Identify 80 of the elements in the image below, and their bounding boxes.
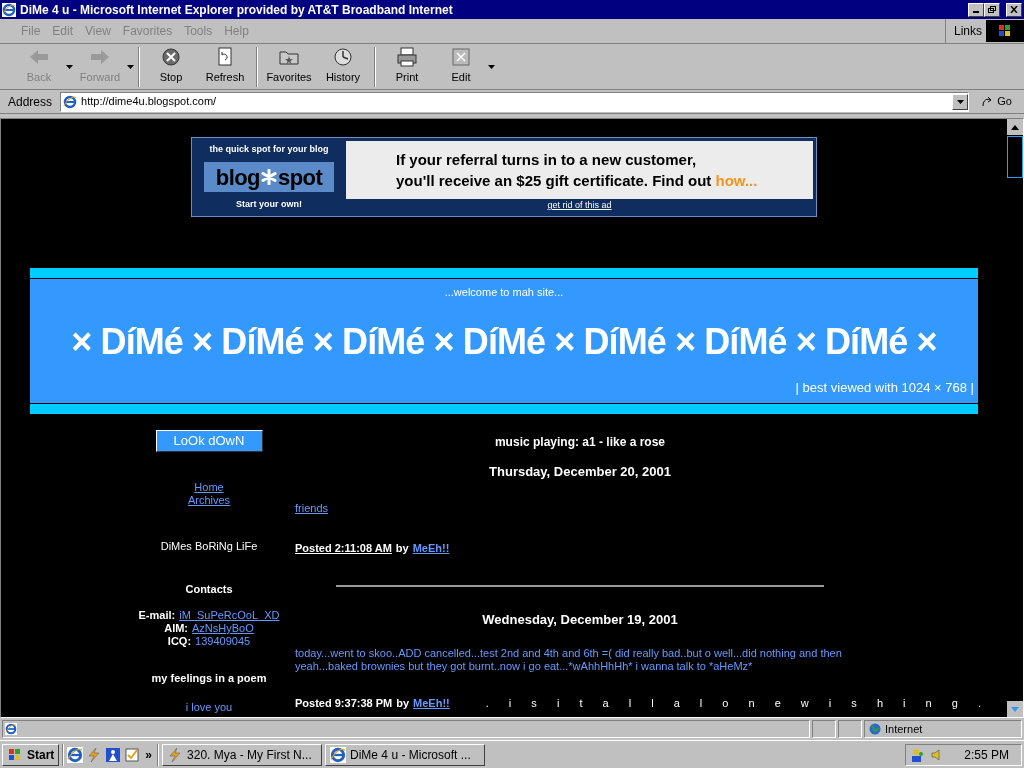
close-icon [1010, 6, 1018, 13]
clock: 2:55 PM [964, 746, 1009, 764]
toolbar-button[interactable]: Stop [144, 45, 198, 88]
ad-tagline: the quick spot for your blog [209, 143, 329, 156]
scrollbar[interactable] [1007, 119, 1023, 717]
globe-icon [869, 723, 881, 735]
contact-label: ICQ: [167, 635, 192, 648]
go-button[interactable]: Go [973, 93, 1020, 110]
poem-heading: my feelings in a poem [151, 671, 267, 686]
browser-icon [330, 746, 347, 763]
ad-banner[interactable]: the quick spot for your blog blog spot Start your own! If your referral turns in to a new customer, you'll receive an $25 gift certificate. Find out how... get rid of this ad [191, 137, 817, 217]
ad-cta[interactable]: Start your own! [236, 197, 302, 211]
scroll-up-icon[interactable] [1011, 124, 1019, 130]
contacts-heading: Contacts [185, 581, 233, 597]
scroll-thumb[interactable] [1007, 136, 1023, 178]
ad-text: If your referral turns in to a new customer, [396, 150, 698, 170]
post-link[interactable]: friends [295, 499, 865, 516]
checklist-icon[interactable] [124, 746, 141, 763]
toolbar-button[interactable]: Favorites [262, 45, 316, 88]
restore-button[interactable] [984, 2, 1000, 17]
blog-name: DiMes BoRiNg LiFe [160, 539, 258, 554]
start-button[interactable]: Start [2, 743, 60, 766]
browser-icon [5, 723, 17, 735]
toolbar-button[interactable]: History [316, 45, 370, 88]
contact-value: 139409045 [195, 635, 251, 648]
address-label: Address [7, 93, 54, 111]
links-label[interactable]: Links [950, 22, 986, 40]
post-timestamp: Posted 9:37:38 PM [295, 696, 393, 711]
stop-icon [160, 47, 182, 68]
contact-label: E-mail: [138, 609, 176, 622]
browser-icon [2, 2, 16, 17]
ad-text: you'll receive an $25 gift certificate. Find out how... [396, 171, 759, 191]
toolbar-button[interactable]: Refresh [198, 45, 252, 88]
blogspot-logo: blog spot [204, 162, 334, 192]
edit-icon [450, 47, 472, 68]
resolution-note: | best viewed with 1024 × 768 | [795, 378, 974, 397]
caret-icon [956, 99, 964, 104]
window-title: DiMe 4 u - Microsoft Internet Explorer provided by AT&T Broadband Internet [20, 1, 454, 19]
go-arrow-icon [981, 95, 994, 108]
person-icon[interactable] [105, 746, 122, 763]
windows-logo-icon [986, 20, 1024, 42]
contact-label: AIM: [164, 622, 189, 635]
post-text: today...went to skoo..ADD cancelled...test 2nd and 4th and 6th =( did really bad..but o well...did nothing and then yeah...baked brownies but they got burnt..now i go eat...*wAhhHhHh* i wanna talk to *aHeMz* [295, 647, 843, 673]
by-label: by [395, 541, 409, 556]
contact-link[interactable]: iM_SuPeRcOoL_XD [179, 609, 280, 622]
author-link[interactable]: MeEh!! [413, 695, 450, 712]
status-panel [812, 720, 836, 738]
author-link[interactable]: MeEh!! [412, 540, 450, 557]
minimize-button[interactable] [968, 2, 984, 17]
taskbar-task[interactable]: 320. Mya - My First N... [162, 743, 323, 766]
post-timestamp[interactable]: Posted 2:11:08 AM [295, 540, 392, 557]
poem-line: i love you [185, 699, 233, 715]
caret-icon[interactable] [488, 64, 495, 69]
welcome-text: ...welcome to mah site... [444, 285, 564, 300]
by-label: by [396, 696, 410, 711]
toolbar-button[interactable]: Edit [434, 45, 488, 88]
status-panel [838, 720, 862, 738]
browser-icon [63, 94, 78, 109]
windows-logo-icon [7, 747, 23, 762]
post-date: Thursday, December 20, 2001 [489, 463, 671, 481]
sidebar-link[interactable]: Archives [187, 494, 231, 507]
printer-icon [396, 47, 418, 68]
post-date: Wednesday, December 19, 2001 [482, 610, 678, 629]
restore-icon [988, 6, 996, 13]
browser-icon [67, 746, 84, 763]
sidebar-link[interactable]: Home [194, 481, 224, 494]
toolbar-button[interactable]: Print [380, 45, 434, 88]
music-playing: music playing: a1 - like a rose [494, 434, 666, 451]
security-zone: Internet [864, 720, 1022, 738]
dismiss-ad-link[interactable]: get rid of this ad [547, 199, 612, 213]
scrolling-text: . i s i t a l l a l o n e w i s h i n g . [485, 696, 988, 711]
contact-link[interactable]: AzNsHyBoO [192, 622, 254, 635]
asterisk-icon [261, 169, 277, 185]
address-field[interactable]: http://dime4u.blogspot.com/ [60, 91, 970, 112]
taskbar-task[interactable]: DiMe 4 u - Microsoft ... [325, 743, 486, 766]
more-chevron[interactable]: » [143, 745, 155, 764]
site-title: × DíMé × DíMé × DíMé × DíMé × DíMé × DíMé × DíMé × [71, 319, 937, 364]
dropdown-button[interactable] [952, 93, 969, 110]
clock-icon [332, 47, 354, 68]
close-button[interactable] [1006, 2, 1022, 17]
